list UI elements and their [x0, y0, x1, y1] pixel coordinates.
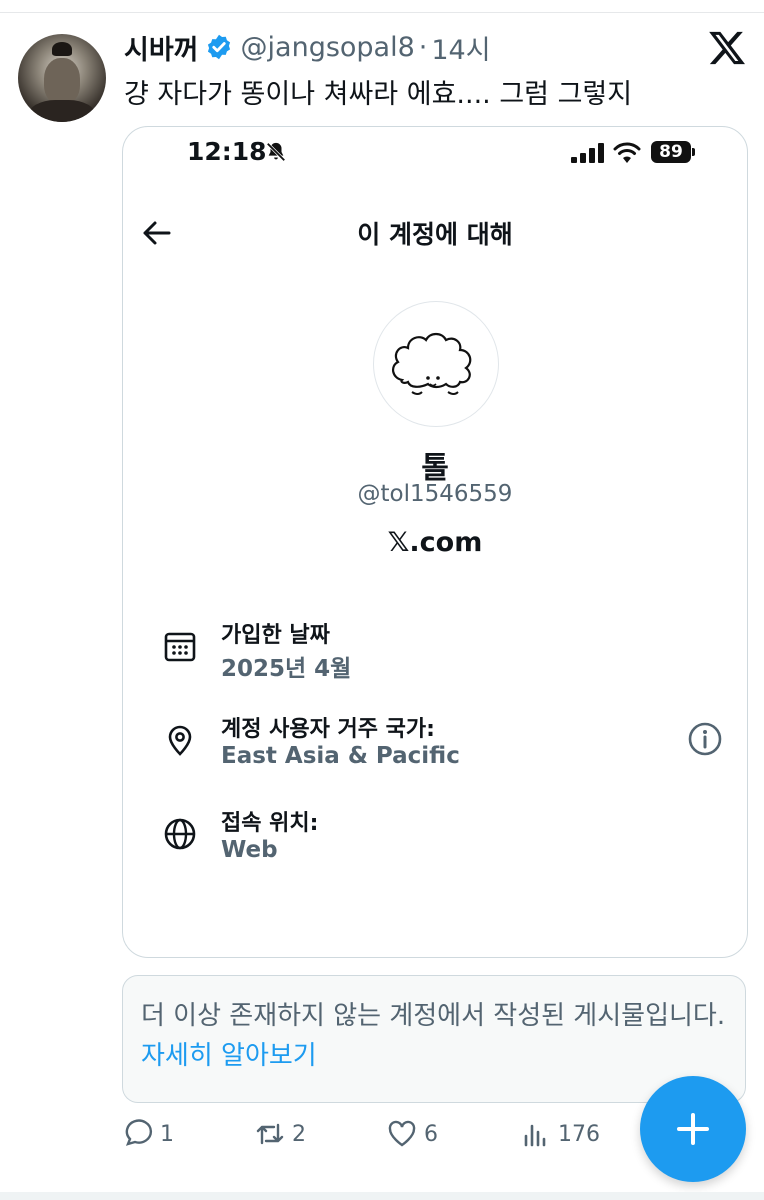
country-label: 계정 사용자 거주 국가:	[221, 717, 435, 742]
connected-via-label: 접속 위치:	[221, 811, 319, 836]
bottom-divider	[0, 1192, 764, 1200]
connected-via-row: 접속 위치: Web	[163, 803, 723, 873]
avatar-hair	[52, 42, 72, 56]
learn-more-link[interactable]: 자세히 알아보기	[141, 1041, 317, 1071]
avatar[interactable]	[18, 34, 106, 122]
battery-indicator: 89	[651, 141, 691, 163]
location-pin-icon	[168, 725, 192, 756]
display-name[interactable]: 시바꺼	[124, 28, 199, 67]
connected-via-value: Web	[221, 837, 278, 863]
joined-date-value: 2025년 4월	[221, 656, 352, 682]
attached-screenshot[interactable]: 12:18 89 이 계정에 대해 톨 @tol1546559 𝕏.com 가입	[122, 126, 748, 958]
avatar-body	[28, 100, 96, 122]
top-divider	[0, 0, 764, 13]
heart-icon	[388, 1120, 416, 1147]
reply-icon	[125, 1119, 153, 1146]
profile-handle: @tol1546559	[357, 481, 513, 507]
handle[interactable]: @jangsopal8	[241, 32, 415, 63]
battery-cap	[692, 148, 695, 156]
views-count: 176	[558, 1121, 600, 1147]
like-button[interactable]: 6	[386, 1118, 438, 1150]
retweet-count: 2	[292, 1121, 306, 1147]
avatar-face	[44, 58, 80, 104]
tweet-header: 시바꺼 @jangsopal8 · 14시	[124, 28, 491, 67]
joined-date-row: 가입한 날짜 2025년 4월	[163, 615, 723, 685]
like-count: 6	[424, 1121, 438, 1147]
reply-count: 1	[160, 1121, 174, 1147]
tweet-text: 걍 자다가 똥이나 쳐싸라 에효.... 그럼 그렇지	[124, 79, 633, 110]
timestamp[interactable]: 14시	[431, 28, 490, 67]
profile-site: 𝕏.com	[387, 527, 483, 558]
info-circle-icon[interactable]	[687, 721, 723, 757]
compose-fab[interactable]	[640, 1076, 746, 1182]
country-value: East Asia & Pacific	[221, 743, 460, 769]
views-icon	[524, 1124, 546, 1147]
wifi-icon	[613, 142, 641, 163]
profile-picture	[373, 301, 499, 427]
notice-text: 더 이상 존재하지 않는 계정에서 작성된 게시물입니다.	[141, 1001, 726, 1031]
country-row: 계정 사용자 거주 국가: East Asia & Pacific	[163, 709, 723, 779]
x-logo-icon	[709, 31, 745, 65]
screen-title: 이 계정에 대해	[357, 220, 513, 249]
separator-dot: ·	[418, 31, 428, 63]
reply-button[interactable]: 1	[122, 1118, 174, 1150]
views-button[interactable]: 176	[520, 1118, 600, 1150]
calendar-icon	[164, 632, 196, 662]
globe-icon	[164, 818, 196, 850]
deleted-account-notice: 더 이상 존재하지 않는 계정에서 작성된 게시물입니다. 자세히 알아보기	[122, 975, 746, 1103]
retweet-button[interactable]: 2	[254, 1118, 306, 1150]
verified-badge-icon	[207, 34, 230, 60]
status-bar-time: 12:18	[187, 137, 267, 166]
cellular-signal-icon	[571, 143, 604, 163]
joined-date-label: 가입한 날짜	[221, 623, 330, 648]
bell-off-icon	[266, 142, 286, 162]
plus-icon	[677, 1113, 709, 1145]
retweet-icon	[256, 1123, 284, 1145]
